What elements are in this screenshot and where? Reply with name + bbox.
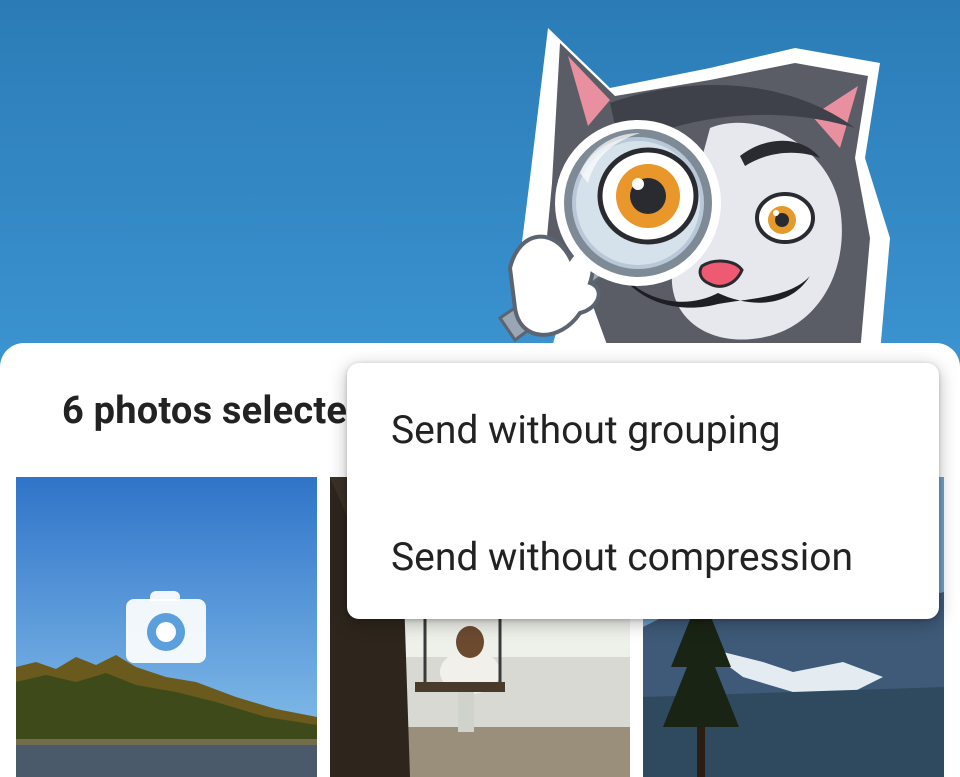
camera-icon[interactable] — [126, 591, 206, 663]
sheet-title: 6 photos selected — [62, 389, 369, 433]
camera-tile[interactable] — [16, 477, 317, 777]
menu-item-label: Send without grouping — [391, 407, 781, 453]
menu-item-label: Send without compression — [391, 534, 854, 580]
send-without-compression-item[interactable]: Send without compression — [347, 493, 939, 621]
send-options-menu: Send without grouping Send without compr… — [347, 363, 939, 619]
detective-cat-sticker-icon[interactable] — [460, 8, 930, 353]
send-without-grouping-item[interactable]: Send without grouping — [347, 366, 939, 494]
